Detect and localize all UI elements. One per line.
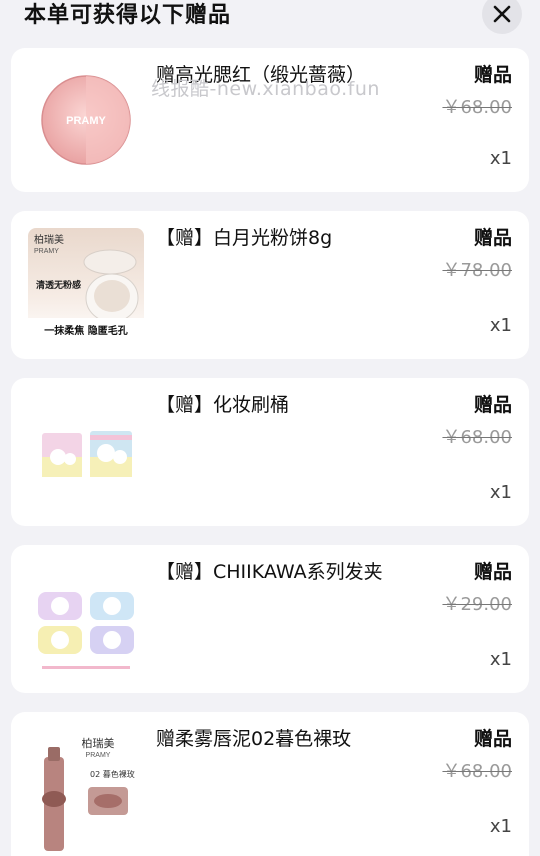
sheet-header: 本单可获得以下赠品 — [0, 0, 540, 34]
thumb-shade: 02 暮色裸玫 — [90, 769, 135, 779]
gift-sheet: PRAMY 赠高光腮红（缎光蔷薇） 赠品 ￥68.00 x1 线报酷-new.x… — [0, 0, 540, 856]
gift-tag: 赠品 — [473, 561, 512, 583]
watermark-text: 线报酷-new.xianbao.fun — [151, 78, 380, 100]
original-price: ￥78.00 — [442, 260, 512, 281]
gift-tag: 赠品 — [473, 227, 512, 249]
original-price: ￥68.00 — [442, 97, 512, 118]
svg-text:PRAMY: PRAMY — [66, 115, 106, 127]
close-button[interactable] — [482, 0, 522, 34]
gift-tag: 赠品 — [473, 64, 512, 86]
gift-item-card[interactable]: PRAMY 赠高光腮红（缎光蔷薇） 赠品 ￥68.00 x1 线报酷-new.x… — [11, 48, 529, 192]
quantity: x1 — [489, 816, 512, 837]
page-title: 本单可获得以下赠品 — [24, 3, 232, 28]
brush-holder-image — [28, 395, 144, 511]
thumb-slogan: 清透无粉感 — [36, 279, 81, 291]
thumb-tagline: 一抹柔焦 隐匿毛孔 — [44, 324, 127, 337]
gift-item-name: 【赠】CHIIKAWA系列发夹 — [156, 561, 383, 583]
gift-item-card[interactable]: 柏瑞美 PRAMY 清透无粉感 一抹柔焦 隐匿毛孔 【赠】白月光粉饼8g 赠品 … — [11, 211, 529, 359]
thumb-brand-cn: 柏瑞美 — [82, 736, 115, 750]
thumb-brand-en: PRAMY — [86, 752, 111, 759]
gift-item-card[interactable]: 【赠】化妆刷桶 赠品 ￥68.00 x1 — [11, 378, 529, 526]
original-price: ￥68.00 — [442, 427, 512, 448]
quantity: x1 — [489, 649, 512, 670]
gift-item-name: 【赠】白月光粉饼8g — [156, 227, 333, 249]
original-price: ￥29.00 — [442, 594, 512, 615]
powder-compact-image: 柏瑞美 PRAMY 清透无粉感 一抹柔焦 隐匿毛孔 — [28, 228, 144, 344]
quantity: x1 — [489, 482, 512, 503]
lip-mud-image: 柏瑞美 PRAMY 02 暮色裸玫 — [28, 729, 144, 856]
blush-compact-image: PRAMY — [28, 62, 144, 178]
close-icon — [493, 5, 511, 23]
gift-tag: 赠品 — [473, 728, 512, 750]
gift-tag: 赠品 — [473, 394, 512, 416]
thumb-brand-cn: 柏瑞美 — [34, 233, 64, 246]
gift-item-name: 赠柔雾唇泥02暮色裸玫 — [156, 728, 352, 750]
hair-clip-image — [28, 562, 144, 678]
gift-item-card[interactable]: 【赠】CHIIKAWA系列发夹 赠品 ￥29.00 x1 — [11, 545, 529, 693]
gift-item-card[interactable]: 柏瑞美 PRAMY 02 暮色裸玫 赠柔雾唇泥02暮色裸玫 赠品 ￥68.00 … — [11, 712, 529, 856]
thumb-brand-en: PRAMY — [34, 248, 59, 255]
gift-item-name: 【赠】化妆刷桶 — [156, 394, 290, 416]
quantity: x1 — [489, 315, 512, 336]
quantity: x1 — [489, 148, 512, 169]
original-price: ￥68.00 — [442, 761, 512, 782]
